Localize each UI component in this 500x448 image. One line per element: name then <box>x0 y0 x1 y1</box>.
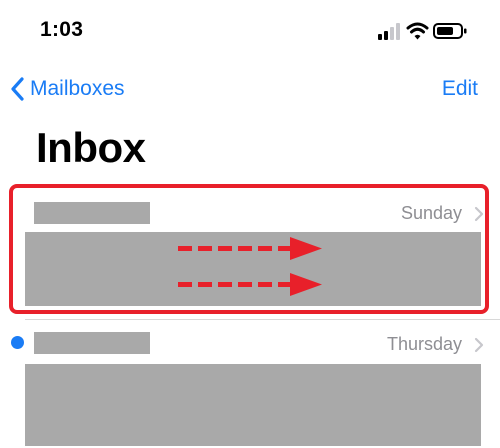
status-icons <box>378 20 470 42</box>
back-to-mailboxes-button[interactable]: Mailboxes <box>10 72 125 106</box>
chevron-right-icon <box>474 206 484 227</box>
redacted-preview <box>25 364 481 446</box>
edit-button[interactable]: Edit <box>442 77 478 101</box>
status-bar: 1:03 <box>0 0 500 60</box>
mail-date: Sunday <box>400 203 462 223</box>
unread-indicator <box>11 336 24 349</box>
chevron-left-icon <box>10 77 24 101</box>
mail-date: Thursday <box>386 334 462 354</box>
status-time: 1:03 <box>40 18 84 41</box>
cellular-signal-icon <box>378 23 400 40</box>
back-label: Mailboxes <box>30 77 125 100</box>
redacted-sender <box>34 202 150 224</box>
navigation-bar: Mailboxes Edit <box>0 66 500 112</box>
chevron-right-icon <box>474 337 484 358</box>
wifi-icon <box>406 22 429 40</box>
mail-list-item[interactable]: Thursday <box>0 326 500 448</box>
row-separator <box>25 319 500 320</box>
swipe-right-arrows-icon <box>178 237 322 296</box>
page-title: Inbox <box>36 124 146 171</box>
redacted-sender <box>34 332 150 354</box>
battery-icon <box>433 23 467 39</box>
